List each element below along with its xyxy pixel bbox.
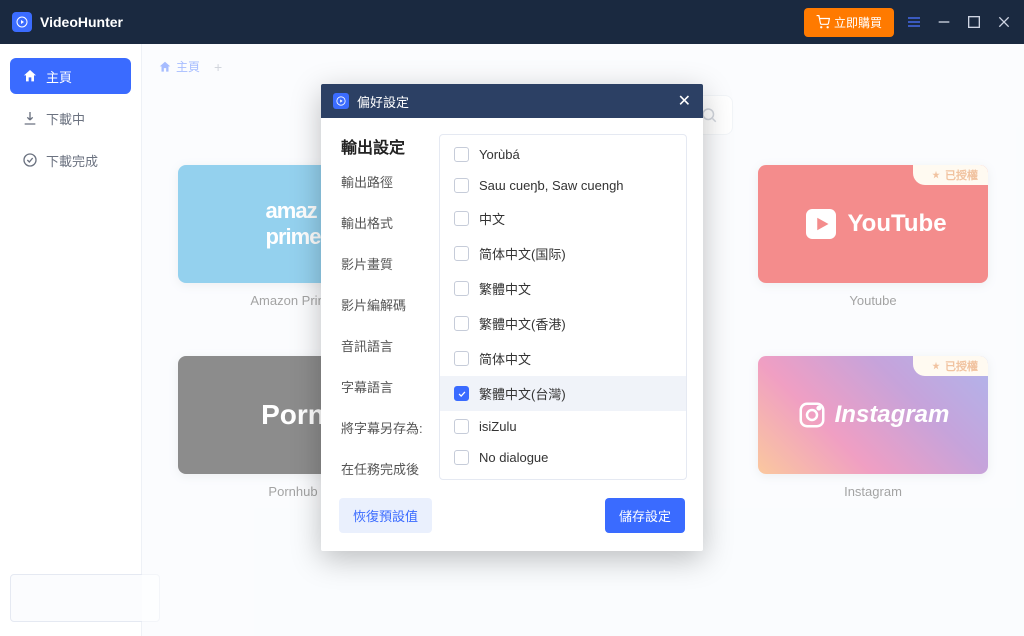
checkbox-icon[interactable] xyxy=(454,316,469,331)
language-option[interactable]: 中文 xyxy=(440,201,686,236)
language-option[interactable]: No dialogue xyxy=(440,442,686,473)
close-window-icon[interactable] xyxy=(996,14,1012,30)
hamburger-icon[interactable] xyxy=(906,14,922,30)
language-option[interactable]: 简体中文(国际) xyxy=(440,236,686,271)
buy-now-button[interactable]: 立即購買 xyxy=(804,8,894,37)
modal-close-button[interactable]: ✕ xyxy=(678,91,691,111)
settings-nav-after-task[interactable]: 在任務完成後 xyxy=(341,459,433,478)
language-option[interactable]: 简体中文 xyxy=(440,341,686,376)
settings-nav-output-format[interactable]: 輸出格式 xyxy=(341,213,433,232)
modal-backdrop: 偏好設定 ✕ 輸出設定 輸出路徑 輸出格式 影片畫質 影片編解碼 音訊語言 字幕… xyxy=(0,44,1024,636)
settings-section-title: 輸出設定 xyxy=(341,134,433,158)
titlebar: VideoHunter 立即購買 xyxy=(0,0,1024,44)
language-label: 繁體中文(香港) xyxy=(479,314,566,333)
language-option[interactable]: isiZulu xyxy=(440,411,686,442)
language-option[interactable]: 繁體中文 xyxy=(440,271,686,306)
checkbox-icon[interactable] xyxy=(454,386,469,401)
language-label: 中文 xyxy=(479,209,505,228)
checkbox-icon[interactable] xyxy=(454,211,469,226)
checkbox-icon[interactable] xyxy=(454,246,469,261)
save-settings-button[interactable]: 儲存設定 xyxy=(605,498,685,533)
language-label: 简体中文 xyxy=(479,349,531,368)
settings-nav-audio-lang[interactable]: 音訊語言 xyxy=(341,336,433,355)
language-option[interactable]: Saɯ cueŋƅ, Saw cuengh xyxy=(440,170,686,201)
language-label: 简体中文(国际) xyxy=(479,244,566,263)
language-list[interactable]: ייִדישYorùbáSaɯ cueŋƅ, Saw cuengh中文简体中文(… xyxy=(440,135,686,479)
language-option[interactable]: 繁體中文(台灣) xyxy=(440,376,686,411)
buy-now-label: 立即購買 xyxy=(834,14,882,31)
language-label: Yorùbá xyxy=(479,147,520,162)
settings-nav-output-path[interactable]: 輸出路徑 xyxy=(341,172,433,191)
checkbox-icon[interactable] xyxy=(454,147,469,162)
restore-defaults-button[interactable]: 恢復預設值 xyxy=(339,498,432,533)
app-name: VideoHunter xyxy=(40,14,123,30)
language-label: 繁體中文 xyxy=(479,279,531,298)
language-label: No dialogue xyxy=(479,450,548,465)
preferences-modal: 偏好設定 ✕ 輸出設定 輸出路徑 輸出格式 影片畫質 影片編解碼 音訊語言 字幕… xyxy=(321,84,703,551)
language-list-panel: ייִדישYorùbáSaɯ cueŋƅ, Saw cuengh中文简体中文(… xyxy=(439,134,687,480)
language-option[interactable]: 繁體中文(香港) xyxy=(440,306,686,341)
language-label: 繁體中文(台灣) xyxy=(479,384,566,403)
checkbox-icon[interactable] xyxy=(454,281,469,296)
settings-nav-video-codec[interactable]: 影片編解碼 xyxy=(341,295,433,314)
checkbox-icon[interactable] xyxy=(454,419,469,434)
language-label: Saɯ cueŋƅ, Saw cuengh xyxy=(479,178,624,193)
modal-header: 偏好設定 ✕ xyxy=(321,84,703,118)
settings-nav-video-quality[interactable]: 影片畫質 xyxy=(341,254,433,273)
settings-nav-subtitle-save-as[interactable]: 將字幕另存為: xyxy=(341,418,433,437)
settings-nav-subtitle-lang[interactable]: 字幕語言 xyxy=(341,377,433,396)
language-option[interactable]: Yorùbá xyxy=(440,139,686,170)
settings-nav: 輸出設定 輸出路徑 輸出格式 影片畫質 影片編解碼 音訊語言 字幕語言 將字幕另… xyxy=(341,134,433,480)
app-logo-icon xyxy=(12,12,32,32)
minimize-icon[interactable] xyxy=(936,14,952,30)
maximize-icon[interactable] xyxy=(966,14,982,30)
modal-logo-icon xyxy=(333,93,349,109)
checkbox-icon[interactable] xyxy=(454,351,469,366)
checkbox-icon[interactable] xyxy=(454,178,469,193)
checkbox-icon[interactable] xyxy=(454,450,469,465)
language-label: isiZulu xyxy=(479,419,517,434)
modal-title: 偏好設定 xyxy=(357,92,409,111)
